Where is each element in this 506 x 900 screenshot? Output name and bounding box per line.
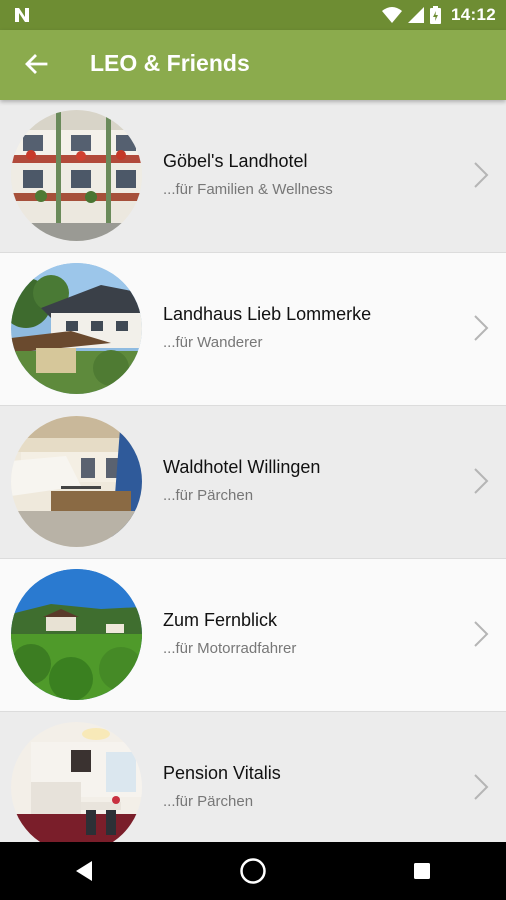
- status-time: 14:12: [451, 5, 496, 24]
- battery-icon: [430, 6, 442, 24]
- wifi-icon: [382, 7, 403, 23]
- nav-recents-button[interactable]: [392, 842, 452, 900]
- hotel-subtitle: ...für Wanderer: [163, 334, 263, 351]
- hotel-subtitle: ...für Pärchen: [163, 487, 254, 504]
- list-item[interactable]: Göbel's Landhotel ...für Familien & Well…: [0, 100, 506, 253]
- chevron-right-icon: [474, 315, 489, 341]
- notification-n-icon: [15, 8, 29, 22]
- chevron-right-icon: [474, 468, 489, 494]
- nav-back-button[interactable]: [54, 842, 114, 900]
- hotel-name: Zum Fernblick: [163, 610, 278, 630]
- home-circle-icon: [240, 858, 266, 884]
- chevron-right-icon: [474, 774, 489, 800]
- hotel-subtitle: ...für Familien & Wellness: [163, 181, 333, 198]
- hotel-subtitle: ...für Motorradfahrer: [163, 640, 297, 657]
- hotel-photo: [11, 110, 142, 241]
- hotel-name: Landhaus Lieb Lommerke: [163, 304, 372, 324]
- chevron-right-icon: [474, 162, 489, 188]
- list-item[interactable]: Pension Vitalis ...für Pärchen: [0, 712, 506, 842]
- hotel-photo: [11, 263, 142, 394]
- arrow-back-icon[interactable]: [22, 52, 48, 78]
- nav-home-button[interactable]: [223, 842, 283, 900]
- hotel-photo: [11, 569, 142, 700]
- list-item[interactable]: Zum Fernblick ...für Motorradfahrer: [0, 559, 506, 712]
- hotel-name: Waldhotel Willingen: [163, 457, 321, 477]
- app-title: LEO & Friends: [90, 50, 250, 76]
- hotel-photo: [11, 416, 142, 547]
- list-item[interactable]: Waldhotel Willingen ...für Pärchen: [0, 406, 506, 559]
- hotel-subtitle: ...für Pärchen: [163, 793, 254, 810]
- hotel-name: Göbel's Landhotel: [163, 151, 308, 171]
- signal-icon: [408, 7, 425, 23]
- hotel-name: Pension Vitalis: [163, 763, 281, 783]
- back-triangle-icon: [76, 861, 93, 881]
- app-bar: LEO & Friends: [0, 30, 506, 100]
- list-item[interactable]: Landhaus Lieb Lommerke ...für Wanderer: [0, 253, 506, 406]
- hotel-photo: [11, 722, 142, 842]
- chevron-right-icon: [474, 621, 489, 647]
- status-bar: 14:12: [0, 0, 506, 30]
- hotel-list: Göbel's Landhotel ...für Familien & Well…: [0, 100, 506, 842]
- recents-square-icon: [413, 863, 430, 879]
- navigation-bar: [0, 842, 506, 900]
